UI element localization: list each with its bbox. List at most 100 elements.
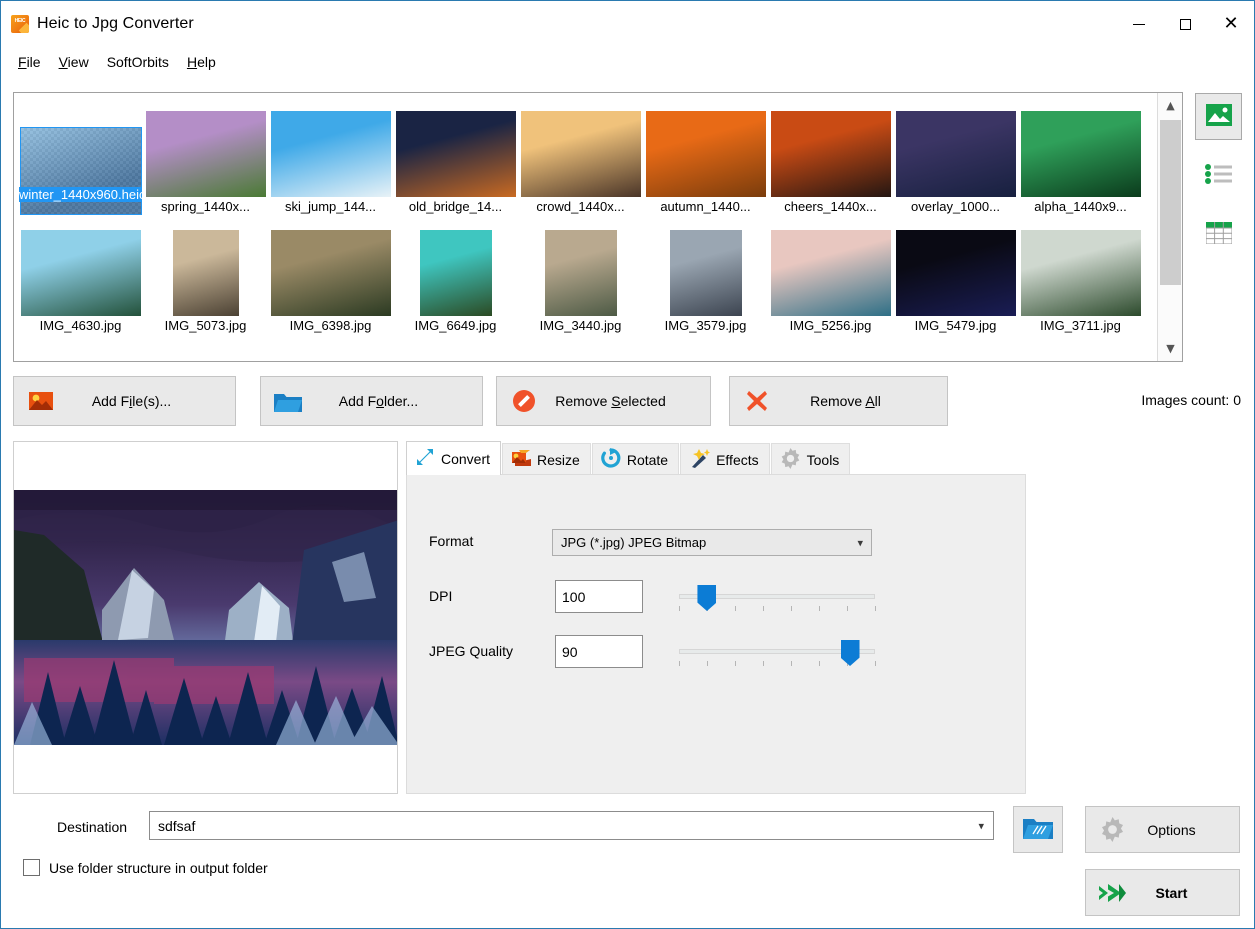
slider-tick [847,606,848,611]
thumbnail-item[interactable]: IMG_4630.jpg [18,216,143,333]
thumbnail-item[interactable]: IMG_5256.jpg [768,216,893,333]
slider-tick [875,661,876,666]
menu-view[interactable]: View [50,50,98,74]
menu-file[interactable]: File [9,50,50,74]
scrollbar-thumb[interactable] [1160,120,1181,285]
maximize-button[interactable] [1162,1,1208,47]
thumbnail-image [670,230,742,316]
file-thumbnail-list[interactable]: winter_1440x960.heicspring_1440x...ski_j… [13,92,1183,362]
add-folder-label: Add Folder... [305,393,482,409]
forbidden-circle-icon [507,389,541,413]
close-button[interactable]: ✕ [1208,1,1254,47]
app-window: Heic to Jpg Converter ✕ File View SoftOr… [0,0,1255,929]
thumbnail-image [21,230,141,316]
thumbnail-item[interactable]: IMG_3440.jpg [518,216,643,333]
red-cross-icon [740,389,774,413]
tab-tools[interactable]: Tools [771,443,851,475]
tab-rotate-label: Rotate [627,452,668,468]
browse-folder-button[interactable] [1013,806,1063,853]
thumbnail-item[interactable] [143,335,268,362]
menu-help[interactable]: Help [178,50,225,74]
preview-image [14,490,397,745]
thumbnail-image [146,111,266,197]
tab-effects-label: Effects [716,452,759,468]
destination-value: sdfsaf [158,818,195,834]
options-label: Options [1130,822,1239,838]
thumbnail-image [420,230,492,316]
thumbnail-item[interactable]: IMG_5073.jpg [143,216,268,333]
thumbnail-label: ski_jump_144... [270,199,392,214]
slider-tick [735,606,736,611]
thumbnail-label: crowd_1440x... [520,199,642,214]
minimize-button[interactable] [1116,1,1162,47]
thumbnail-item[interactable]: cheers_1440x... [768,97,893,214]
thumbnail-item[interactable]: IMG_3711.jpg [1018,216,1143,333]
thumbnail-item[interactable]: alpha_1440x9... [1018,97,1143,214]
tab-resize-label: Resize [537,452,580,468]
browse-folder-icon [1023,817,1053,842]
thumbnail-item[interactable] [268,335,393,362]
view-mode-buttons [1195,93,1245,270]
quality-row: JPEG Quality [429,643,513,659]
remove-all-label: Remove All [774,393,947,409]
thumbnail-image [1021,230,1141,316]
thumbnail-item[interactable]: spring_1440x... [143,97,268,214]
destination-input[interactable]: sdfsaf ▾ [149,811,994,840]
rotate-refresh-icon [601,448,621,471]
view-mode-list[interactable] [1195,152,1242,199]
quality-label: JPEG Quality [429,643,513,659]
tab-tools-label: Tools [807,452,840,468]
maximize-icon [1180,19,1191,30]
slider-tick [875,606,876,611]
thumbnail-item[interactable] [18,335,143,362]
thumbnail-item[interactable]: crowd_1440x... [518,97,643,214]
format-select[interactable]: JPG (*.jpg) JPEG Bitmap ▾ [552,529,872,556]
thumbnail-image [1021,111,1141,197]
green-double-arrow-icon [1094,882,1130,904]
start-button[interactable]: Start [1085,869,1240,916]
thumbnail-label: IMG_6649.jpg [395,318,517,333]
scroll-up-icon[interactable]: ▲ [1158,93,1183,118]
folder-open-icon [271,391,305,412]
tab-rotate[interactable]: Rotate [592,443,679,475]
thumbnail-item[interactable]: IMG_3579.jpg [643,216,768,333]
thumbnails-scrollbar[interactable]: ▲ ▼ [1157,93,1182,361]
thumbnail-label: IMG_5073.jpg [145,318,267,333]
thumbnail-item[interactable]: autumn_1440... [643,97,768,214]
remove-selected-button[interactable]: Remove Selected [496,376,711,426]
image-thumbnail-icon [1206,104,1232,129]
tab-effects[interactable]: Effects [680,443,770,475]
scroll-down-icon[interactable]: ▼ [1158,336,1183,361]
window-title: Heic to Jpg Converter [37,15,194,33]
thumbnail-item[interactable]: IMG_6398.jpg [268,216,393,333]
add-files-label: Add File(s)... [58,393,235,409]
thumbnail-item[interactable]: IMG_5479.jpg [893,216,1018,333]
dpi-input[interactable]: 100 [555,580,643,613]
quality-value: 90 [562,644,578,660]
thumbnail-image [896,111,1016,197]
quality-input[interactable]: 90 [555,635,643,668]
tab-resize[interactable]: Resize [502,443,591,475]
menu-softorbits[interactable]: SoftOrbits [98,50,178,74]
tab-convert[interactable]: Convert [406,441,501,475]
view-mode-thumbnails[interactable] [1195,93,1242,140]
add-folder-button[interactable]: Add Folder... [260,376,483,426]
image-preview-panel [13,441,398,794]
thumbnail-item[interactable]: ski_jump_144... [268,97,393,214]
add-files-button[interactable]: Add File(s)... [13,376,236,426]
options-button[interactable]: Options [1085,806,1240,853]
remove-all-button[interactable]: Remove All [729,376,948,426]
resize-picture-icon [511,449,531,470]
quality-slider[interactable] [679,635,875,675]
thumbnail-item[interactable]: IMG_6649.jpg [393,216,518,333]
folder-structure-row[interactable]: Use folder structure in output folder [23,859,268,876]
slider-tick [819,661,820,666]
thumbnail-item[interactable]: overlay_1000... [893,97,1018,214]
magic-wand-icon [689,448,710,471]
thumbnail-item[interactable]: old_bridge_14... [393,97,518,214]
dpi-slider[interactable] [679,580,875,620]
thumbnail-item[interactable]: winter_1440x960.heic [18,97,143,214]
view-mode-details[interactable] [1195,211,1242,258]
folder-structure-checkbox[interactable] [23,859,40,876]
thumbnail-label: spring_1440x... [145,199,267,214]
